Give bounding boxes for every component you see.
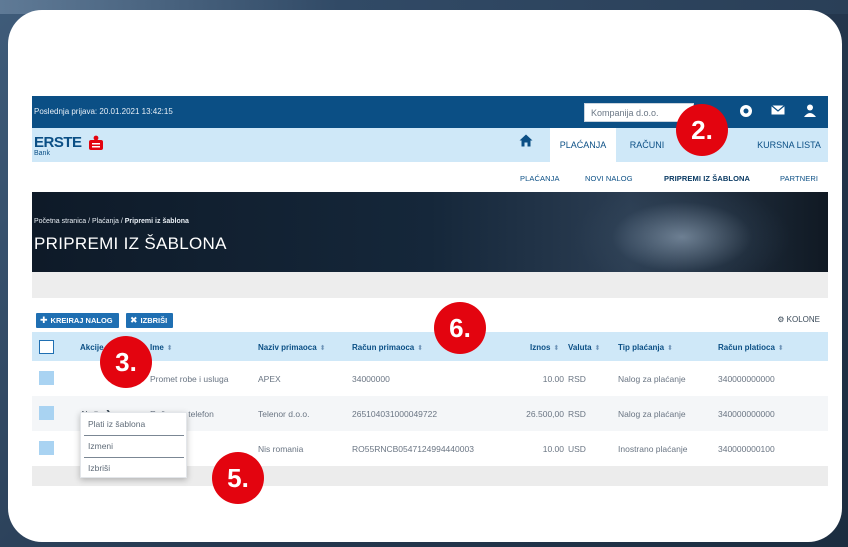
last-login-text: Poslednja prijava: 20.01.2021 13:42:15 — [34, 107, 173, 116]
table-toolbar: ✚ KREIRAJ NALOG ✖ IZBRIŠI ⚙ KOLONE — [32, 298, 828, 332]
cell-ime: Promet robe i usluga — [150, 374, 229, 384]
cell-valuta: RSD — [568, 409, 586, 419]
cell-tip: Nalog za plaćanje — [618, 409, 686, 419]
subnav-novi-nalog[interactable]: NOVI NALOG — [585, 174, 633, 183]
col-valuta[interactable]: Valuta ⬍ — [568, 343, 600, 352]
actions-dropdown: Plati iz šablona Izmeni Izbriši — [80, 412, 187, 478]
delete-button[interactable]: ✖ IZBRIŠI — [126, 313, 174, 328]
sub-navbar: PLAĆANJA NOVI NALOG PRIPREMI IZ ŠABLONA … — [32, 162, 828, 192]
cell-racun-primaoca: 265104031000049722 — [352, 409, 438, 419]
logo-sub: Bank — [34, 150, 50, 157]
sort-icon: ⬍ — [553, 345, 560, 352]
gear-icon: ⚙ — [777, 315, 785, 324]
subnav-placanja[interactable]: PLAĆANJA — [520, 174, 560, 183]
col-racun-platioca[interactable]: Račun platioca ⬍ — [718, 343, 784, 352]
logo-mark-icon — [89, 135, 103, 150]
cell-racun-platioca: 340000000000 — [718, 409, 775, 419]
settings-icon[interactable] — [738, 104, 754, 120]
page-title: PRIPREMI IZ ŠABLONA — [34, 234, 227, 253]
col-ime[interactable]: Ime ⬍ — [150, 343, 173, 352]
cell-iznos: 10.00 — [542, 374, 564, 384]
cell-iznos: 26.500,00 — [526, 409, 564, 419]
cell-iznos: 10.00 — [542, 444, 564, 454]
user-icon[interactable] — [802, 104, 818, 120]
sort-icon: ⬍ — [777, 345, 784, 352]
cell-naziv: APEX — [258, 374, 281, 384]
page-hero: Početna stranica / Plaćanja / Pripremi i… — [32, 192, 828, 272]
breadcrumb-current: Pripremi iz šablona — [124, 218, 189, 225]
sort-icon: ⬍ — [417, 345, 424, 352]
menu-item-izbrisi[interactable]: Izbriši — [81, 457, 186, 479]
sort-icon: ⬍ — [166, 345, 173, 352]
mail-icon[interactable] — [770, 104, 786, 120]
step-marker-6: 6. — [434, 302, 486, 354]
cell-naziv: Telenor d.o.o. — [258, 409, 310, 419]
breadcrumb-home[interactable]: Početna stranica — [34, 218, 86, 225]
create-order-label: KREIRAJ NALOG — [50, 316, 113, 325]
slide-card: Poslednja prijava: 20.01.2021 13:42:15 K… — [8, 10, 842, 542]
hero-image — [572, 192, 792, 272]
tab-placanja[interactable]: PLAĆANJA — [550, 128, 616, 162]
col-naziv-primaoca[interactable]: Naziv primaoca ⬍ — [258, 343, 326, 352]
erste-logo[interactable]: ERSTE Bank — [34, 134, 103, 157]
col-akcije[interactable]: Akcije — [80, 343, 104, 352]
cell-racun-platioca: 340000000000 — [718, 374, 775, 384]
select-all-checkbox[interactable] — [39, 340, 54, 354]
cell-valuta: RSD — [568, 374, 586, 384]
spacer-bar — [32, 272, 828, 298]
sort-icon: ⬍ — [667, 345, 673, 352]
cell-tip: Nalog za plaćanje — [618, 374, 686, 384]
col-iznos[interactable]: Iznos ⬍ — [530, 343, 559, 352]
col-racun-primaoca[interactable]: Račun primaoca ⬍ — [352, 343, 423, 352]
step-marker-3: 3. — [100, 336, 152, 388]
col-tip-placanja[interactable]: Tip plaćanja ⬍ — [618, 343, 673, 352]
cell-racun-platioca: 340000000100 — [718, 444, 775, 454]
tab-racuni[interactable]: RAČUNI — [622, 128, 672, 162]
menu-item-plati-iz-sablona[interactable]: Plati iz šablona — [81, 413, 186, 435]
cell-valuta: USD — [568, 444, 586, 454]
tab-kursna-lista[interactable]: KURSNA LISTA — [750, 128, 828, 162]
cell-racun-primaoca: RO55RNCB0547124994440003 — [352, 444, 474, 454]
columns-label: KOLONE — [786, 315, 820, 324]
plus-icon: ✚ — [40, 315, 48, 325]
logo-name: ERSTE — [34, 134, 82, 151]
subnav-pripremi-iz-sablona[interactable]: PRIPREMI IZ ŠABLONA — [664, 174, 750, 183]
create-order-button[interactable]: ✚ KREIRAJ NALOG — [36, 313, 119, 328]
delete-label: IZBRIŠI — [140, 316, 168, 325]
breadcrumb-placanja[interactable]: Plaćanja — [92, 218, 119, 225]
x-icon: ✖ — [130, 315, 138, 325]
breadcrumb: Početna stranica / Plaćanja / Pripremi i… — [34, 218, 189, 225]
subnav-partneri[interactable]: PARTNERI — [780, 174, 818, 183]
menu-item-izmeni[interactable]: Izmeni — [81, 435, 186, 457]
cell-racun-primaoca: 34000000 — [352, 374, 390, 384]
sort-icon: ⬍ — [594, 345, 601, 352]
columns-button[interactable]: ⚙ KOLONE — [777, 315, 820, 324]
row-checkbox[interactable] — [39, 371, 54, 385]
step-marker-2: 2. — [676, 104, 728, 156]
home-icon[interactable] — [518, 134, 534, 150]
cell-naziv: Nis romania — [258, 444, 304, 454]
cell-tip: Inostrano plaćanje — [618, 444, 688, 454]
sort-icon: ⬍ — [319, 345, 326, 352]
row-checkbox[interactable] — [39, 406, 54, 420]
step-marker-5: 5. — [212, 452, 264, 504]
row-checkbox[interactable] — [39, 441, 54, 455]
